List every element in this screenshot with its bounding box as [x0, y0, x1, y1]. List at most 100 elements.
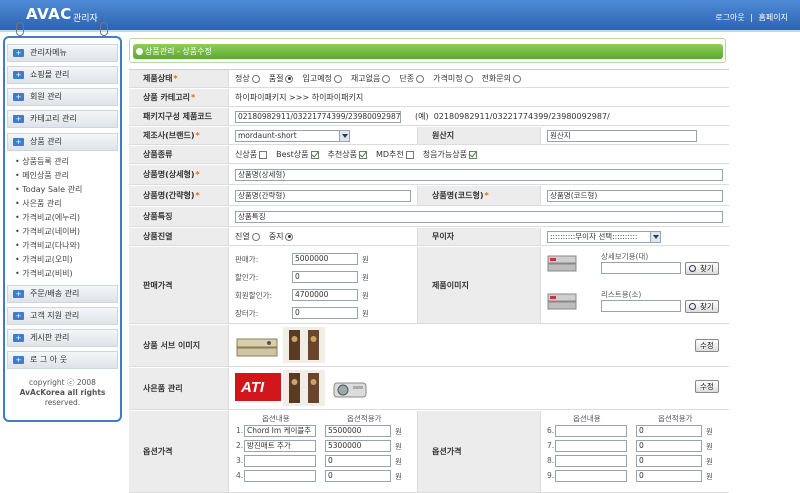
option-price-input[interactable]: 5300000 [325, 440, 391, 452]
option-unit: 원 [706, 442, 713, 451]
option-content-input[interactable] [244, 470, 316, 482]
field-label: 제품이미지 [417, 247, 541, 323]
product-type-checkbox[interactable]: 신상품 [235, 149, 272, 160]
submenu-item[interactable]: • 가격비교(비비) [15, 268, 73, 279]
option-price-input[interactable]: 0 [636, 470, 702, 482]
option-price-input[interactable]: 5500000 [325, 425, 391, 437]
status-option[interactable]: 재고없음 [351, 73, 395, 84]
status-option[interactable]: 단종 [399, 73, 429, 84]
price-label: 판매가: [235, 255, 259, 264]
option-price-input[interactable]: 0 [325, 455, 391, 467]
status-option[interactable]: 입고예정 [302, 73, 346, 84]
plus-icon: + [13, 71, 24, 79]
sidebar-item-support[interactable]: + 고객 지원 관리 [7, 307, 118, 325]
price-unit: 원 [362, 291, 369, 300]
form-row-options: 옵션가격 옵션내용 옵션적용가 1. Chord Im 케이블추 5500000… [129, 411, 729, 493]
option-content-input[interactable] [555, 440, 627, 452]
product-thumbnail-large [547, 255, 577, 272]
category-value: 하이파이패키지 >>> 하이파이패키지 [235, 93, 364, 102]
submenu-item[interactable]: • 가격비교(오미) [15, 254, 73, 265]
sidebar-item-products[interactable]: + 상품 관리 [7, 133, 118, 151]
option-col-content: 옵션내용 [262, 414, 290, 423]
sidebar: + 관리자메뉴 + 쇼핑몰 관리 + 회원 관리 + 카테고리 관리 + 상품 관리 • … [3, 36, 122, 422]
sidebar-item-admin-menu[interactable]: + 관리자메뉴 [7, 44, 118, 62]
field-label: 원산지 [417, 127, 541, 144]
option-content-input[interactable] [555, 425, 627, 437]
option-unit: 원 [395, 427, 402, 436]
sidebar-item-shop[interactable]: + 쇼핑몰 관리 [7, 66, 118, 84]
status-option[interactable]: 정상 [235, 73, 265, 84]
product-type-checkbox[interactable]: Best상품 [276, 149, 323, 160]
sale-price-input[interactable]: 5000000 [292, 253, 358, 265]
sidebar-item-label: 회원 관리 [30, 92, 62, 101]
status-option[interactable]: 전화문의 [482, 73, 526, 84]
submenu-item[interactable]: • 가격비교(에누리) [15, 212, 80, 223]
option-content-input[interactable]: Chord Im 케이블추 [244, 425, 316, 437]
submenu-item[interactable]: • Today Sale 관리 [15, 184, 82, 195]
sidebar-item-logout[interactable]: + 로 그 아 웃 [7, 351, 118, 369]
display-option[interactable]: 중지 [269, 231, 299, 242]
status-option[interactable]: 가격미정 [433, 73, 477, 84]
submenu-item[interactable]: • 가격비교(다나와) [15, 240, 80, 251]
option-content-input[interactable] [555, 455, 627, 467]
option-price-input[interactable]: 0 [636, 455, 702, 467]
member-price-input[interactable]: 4700000 [292, 289, 358, 301]
option-price-input[interactable]: 0 [325, 470, 391, 482]
submenu-item[interactable]: • 사은품 관리 [15, 198, 62, 209]
chevron-down-icon [339, 131, 349, 141]
bullet-icon [136, 48, 143, 55]
interest-free-select[interactable]: ::::::::::무이자 선택:::::::::: [547, 231, 661, 243]
form-row-product-type: 상품종류 신상품 Best상품 추천상품 MD추천 청음가능상품 [129, 146, 729, 164]
sidebar-item-members[interactable]: + 회원 관리 [7, 88, 118, 106]
name-code-input[interactable]: 상품명(코드형) [547, 190, 723, 202]
status-options: 정상 품절 입고예정 재고없음 단종 가격미정 전화문의 [235, 70, 530, 87]
field-label: 옵션가격 [417, 411, 541, 492]
product-type-checkbox[interactable]: MD추천 [376, 149, 419, 160]
sidebar-item-category[interactable]: + 카테고리 관리 [7, 110, 118, 128]
option-col-price: 옵션적용가 [347, 414, 382, 423]
list-image-input[interactable] [601, 300, 681, 312]
field-label: 상품명(코드형) * [417, 186, 541, 205]
form-row-name-short: 상품명(간략형) * 상품명(간략형) 상품명(코드형) * 상품명(코드형) [129, 186, 729, 206]
edit-sub-image-button[interactable]: 수정 [695, 339, 719, 352]
product-type-checkbox[interactable]: 추천상품 [328, 149, 372, 160]
product-type-checkbox[interactable]: 청음가능상품 [423, 149, 482, 160]
copyright: copyright ⓒ 2008 AvAcKorea all rights re… [19, 378, 106, 407]
discount-price-input[interactable]: 0 [292, 271, 358, 283]
option-unit: 원 [395, 472, 402, 481]
field-label: 제품상태 * [129, 70, 229, 87]
origin-input[interactable]: 원산지 [547, 130, 697, 142]
option-price-input[interactable]: 0 [636, 425, 702, 437]
submenu-item[interactable]: • 가격비교(네이버) [15, 226, 80, 237]
homepage-link[interactable]: 홈페이지 [759, 13, 788, 22]
edit-gift-button[interactable]: 수정 [695, 380, 719, 393]
manufacturer-select[interactable]: mordaunt-short [235, 130, 350, 142]
option-content-input[interactable] [244, 455, 316, 467]
option-content-input[interactable]: 방진매트 추가 [244, 440, 316, 452]
detail-image-input[interactable] [601, 262, 681, 274]
top-links: 로그아웃 | 홈페이지 [715, 12, 788, 23]
option-content-input[interactable] [555, 470, 627, 482]
sidebar-item-board[interactable]: + 게시판 관리 [7, 329, 118, 347]
display-option[interactable]: 진열 [235, 231, 265, 242]
browse-detail-button[interactable]: 찾기 [685, 262, 719, 275]
product-type-options: 신상품 Best상품 추천상품 MD추천 청음가능상품 [235, 146, 486, 163]
name-short-input[interactable]: 상품명(간략형) [235, 190, 411, 202]
sub-image-thumbnail [236, 338, 278, 357]
name-detail-input[interactable]: 상품명(상세형) [235, 169, 723, 181]
browse-list-button[interactable]: 찾기 [685, 300, 719, 313]
option-price-input[interactable]: 0 [636, 440, 702, 452]
price-label: 장터가: [235, 309, 259, 318]
field-label: 상품 서브 이미지 [129, 325, 229, 366]
feature-input[interactable]: 상품특징 [235, 211, 723, 223]
sidebar-item-orders[interactable]: + 주문/배송 관리 [7, 285, 118, 303]
ati-logo-image: ATI [235, 373, 281, 401]
submenu-item[interactable]: • 상품등록 관리 [15, 156, 69, 167]
market-price-input[interactable]: 0 [292, 307, 358, 319]
logout-link[interactable]: 로그아웃 [715, 13, 744, 22]
package-code-input[interactable]: 02180982911/03221774399/23980092987/ [235, 111, 401, 123]
submenu-item[interactable]: • 메인상품 관리 [15, 170, 69, 181]
plus-icon: + [13, 115, 24, 123]
form-row-sub-image: 상품 서브 이미지 수정 [129, 325, 729, 367]
status-option[interactable]: 품절 [269, 73, 299, 84]
